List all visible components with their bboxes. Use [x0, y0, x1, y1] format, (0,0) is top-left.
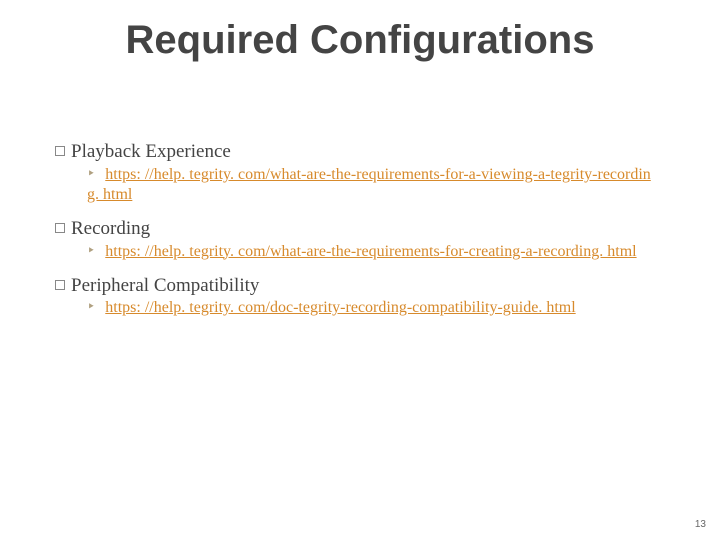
- list-item: Playback Experience ‣https: //help. tegr…: [55, 140, 660, 205]
- slide: Required Configurations Playback Experie…: [0, 0, 720, 540]
- link-text[interactable]: https: //help. tegrity. com/what-are-the…: [87, 166, 651, 203]
- slide-title: Required Configurations: [0, 18, 720, 63]
- link-text[interactable]: https: //help. tegrity. com/doc-tegrity-…: [105, 299, 575, 316]
- bullet-level1: Peripheral Compatibility: [55, 274, 660, 298]
- square-bullet-icon: [55, 223, 65, 233]
- slide-content: Playback Experience ‣https: //help. tegr…: [55, 140, 660, 330]
- bullet-label: Playback Experience: [71, 141, 231, 162]
- link-text[interactable]: https: //help. tegrity. com/what-are-the…: [105, 243, 636, 260]
- list-item: Peripheral Compatibility ‣ https: //help.…: [55, 274, 660, 319]
- caret-icon: ‣: [87, 299, 95, 317]
- list-item: Recording ‣ https: //help. tegrity. com/w…: [55, 217, 660, 262]
- square-bullet-icon: [55, 146, 65, 156]
- bullet-level1: Recording: [55, 217, 660, 241]
- caret-icon: ‣: [87, 243, 95, 261]
- bullet-label: Recording: [71, 218, 150, 239]
- bullet-label: Peripheral Compatibility: [71, 275, 259, 296]
- bullet-level1: Playback Experience: [55, 140, 660, 164]
- caret-icon: ‣: [87, 166, 95, 184]
- bullet-level2: ‣ https: //help. tegrity. com/what-are-th…: [87, 242, 660, 262]
- page-number: 13: [695, 519, 706, 530]
- bullet-level2: ‣https: //help. tegrity. com/what-are-th…: [87, 165, 660, 205]
- square-bullet-icon: [55, 280, 65, 290]
- bullet-level2: ‣ https: //help. tegrity. com/doc-tegrity…: [87, 298, 660, 318]
